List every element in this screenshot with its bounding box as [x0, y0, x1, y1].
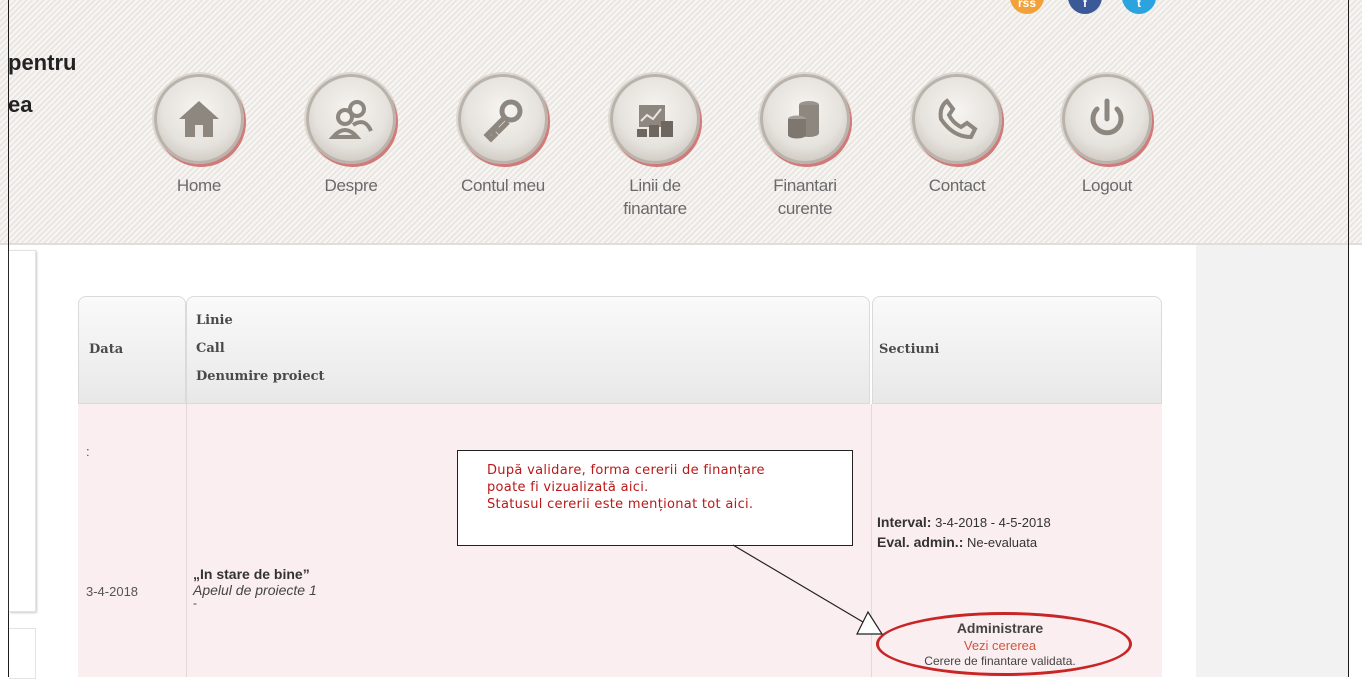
chart-icon[interactable]: [610, 74, 700, 164]
nav-contul-meu-label[interactable]: Contul meu: [438, 174, 568, 197]
project-dash: -: [193, 596, 197, 610]
nav-linii-finantare[interactable]: Linii de finantare: [590, 74, 720, 220]
nav-despre[interactable]: Despre: [286, 74, 416, 197]
column-header-sections: Sectiuni: [872, 296, 1162, 404]
nav-finantari-curente-label[interactable]: Finantari curente: [740, 174, 870, 220]
brand-line-2: ea: [8, 92, 33, 117]
frame-border-right: [1348, 0, 1349, 677]
nav-logout[interactable]: Logout: [1042, 74, 1172, 197]
eval-label: Eval. admin.:: [877, 534, 964, 550]
row-marker: :: [86, 444, 90, 459]
header-line-label: Linie: [196, 313, 233, 328]
right-side-panel: [1196, 245, 1348, 677]
power-icon[interactable]: [1062, 74, 1152, 164]
interval-value: 3-4-2018 - 4-5-2018: [935, 515, 1051, 530]
header-date-label: Data: [89, 342, 124, 357]
home-icon[interactable]: [154, 74, 244, 164]
phone-icon[interactable]: [912, 74, 1002, 164]
interval-info: Interval: 3-4-2018 - 4-5-2018: [877, 514, 1051, 530]
header-divider: [0, 243, 1362, 245]
coins-icon[interactable]: [760, 74, 850, 164]
callout-line-2: poate fi vizualizată aici.: [487, 480, 649, 495]
header-sections-label: Sectiuni: [879, 342, 940, 357]
callout-line-1: După validare, forma cererii de finanțar…: [487, 463, 765, 478]
site-brand[interactable]: pentru ea: [8, 42, 76, 126]
column-header-date: Data: [78, 296, 186, 404]
annotation-callout: După validare, forma cererii de finanțar…: [457, 450, 853, 546]
nav-contact-label[interactable]: Contact: [892, 174, 1022, 197]
row-date: 3-4-2018: [86, 584, 139, 599]
eval-value: Ne-evaluata: [966, 535, 1038, 550]
highlight-ellipse: [876, 612, 1132, 676]
users-icon[interactable]: [306, 74, 396, 164]
column-header-project: Linie Call Denumire proiect: [186, 296, 870, 404]
eval-admin-info: Eval. admin.: Ne-evaluata: [877, 534, 1037, 550]
nav-despre-label[interactable]: Despre: [286, 174, 416, 197]
cell-divider: [871, 404, 872, 677]
nav-contact[interactable]: Contact: [892, 74, 1022, 197]
nav-contul-meu[interactable]: Contul meu: [438, 74, 568, 197]
nav-logout-label[interactable]: Logout: [1042, 174, 1172, 197]
nav-home-label[interactable]: Home: [134, 174, 264, 197]
interval-label: Interval:: [877, 514, 932, 530]
left-side-panel-lower: [9, 628, 36, 679]
key-icon[interactable]: [458, 74, 548, 164]
project-name: „In stare de bine”: [193, 566, 310, 582]
nav-finantari-curente[interactable]: Finantari curente: [740, 74, 870, 220]
nav-linii-finantare-label[interactable]: Linii de finantare: [590, 174, 720, 220]
nav-home[interactable]: Home: [134, 74, 264, 197]
callout-line-3: Statusul cererii este menționat tot aici…: [487, 497, 754, 512]
header-project-label: Denumire proiect: [196, 369, 325, 384]
brand-line-1: pentru: [8, 50, 77, 75]
header-call-label: Call: [196, 341, 225, 356]
cell-divider: [186, 404, 187, 677]
left-side-panel: [9, 250, 36, 612]
call-name: Apelul de proiecte 1: [193, 582, 317, 598]
